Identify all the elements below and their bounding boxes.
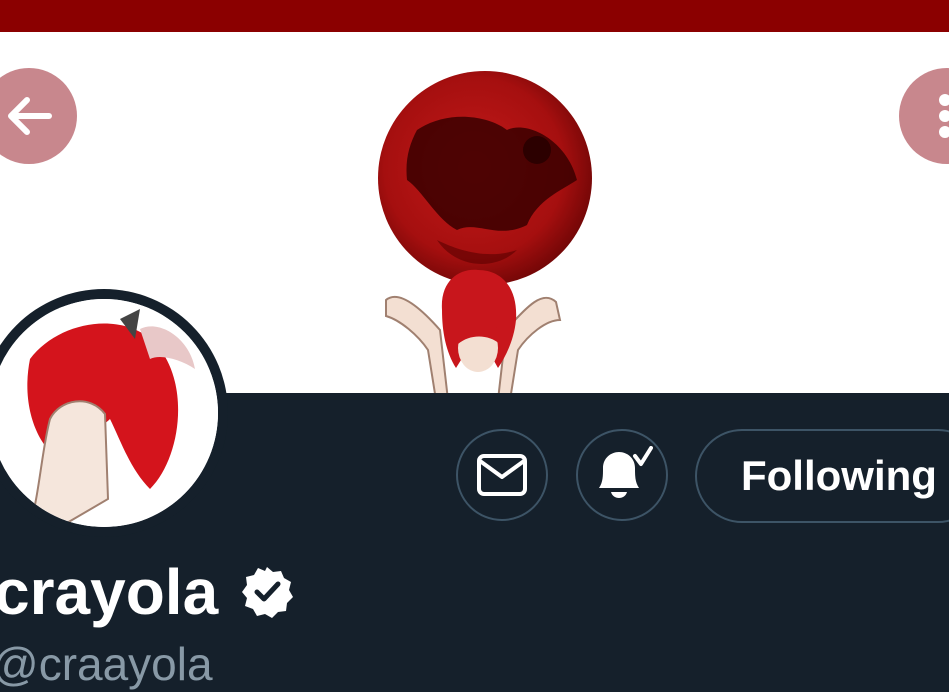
following-label: Following [741,452,937,499]
avatar-illustration [0,299,218,527]
bell-check-icon [599,446,653,498]
arrow-left-icon [8,97,52,135]
avatar-image [0,299,218,527]
notifications-button[interactable] [576,429,668,521]
following-button[interactable]: Following [695,429,949,523]
mail-icon [477,454,527,496]
top-bar [0,0,949,32]
more-vertical-icon [939,94,949,138]
character-illustration [385,269,562,393]
blood-moon-image [378,71,592,285]
profile-handle: @craayola [0,638,213,690]
message-button[interactable] [456,429,548,521]
verified-badge-icon [242,567,294,618]
profile-name-row: crayola [0,552,294,632]
display-name: crayola [0,556,219,628]
